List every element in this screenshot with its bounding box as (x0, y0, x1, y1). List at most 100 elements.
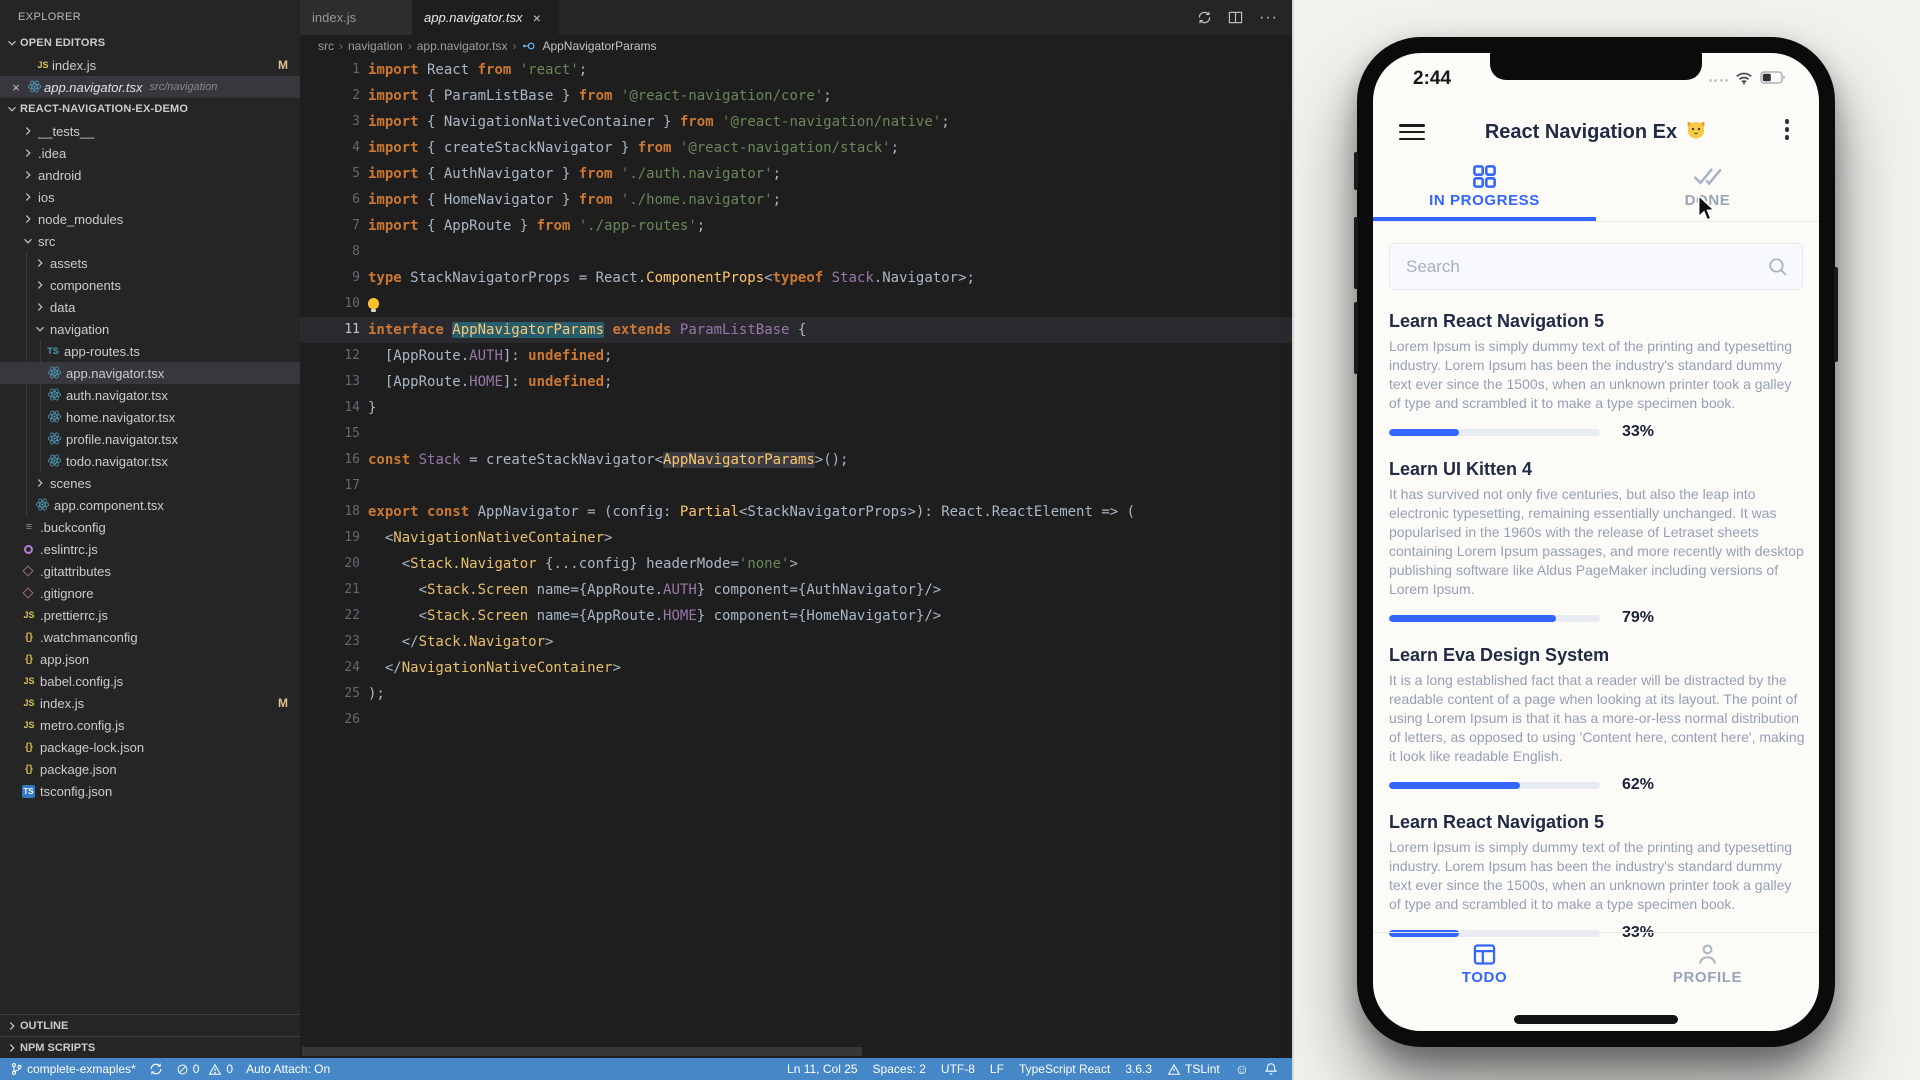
overflow-menu-icon[interactable] (1785, 119, 1790, 143)
tslint-indicator[interactable]: TSLint (1167, 1062, 1220, 1076)
horizontal-scrollbar[interactable] (302, 1047, 862, 1056)
code-line[interactable]: 13 [AppRoute.HOME]: undefined; (300, 369, 1292, 395)
tree-item-tsconfig-json[interactable]: TStsconfig.json (0, 780, 300, 802)
notifications-bell-icon[interactable] (1264, 1062, 1278, 1076)
npm-scripts-section[interactable]: NPM SCRIPTS (0, 1036, 300, 1058)
code-line[interactable]: 9type StackNavigatorProps = React.Compon… (300, 265, 1292, 291)
code-line[interactable]: 15 (300, 421, 1292, 447)
tree-item-todo-navigator-tsx[interactable]: todo.navigator.tsx (0, 450, 300, 472)
tree-item-components[interactable]: components (0, 274, 300, 296)
problems-indicator[interactable]: 0 0 (176, 1062, 233, 1076)
tree-item-navigation[interactable]: navigation (0, 318, 300, 340)
open-editor-app-navigator[interactable]: × app.navigator.tsx src/navigation (0, 76, 300, 98)
encoding-indicator[interactable]: UTF-8 (941, 1062, 975, 1076)
tree-item-data[interactable]: data (0, 296, 300, 318)
search-input[interactable] (1406, 244, 1746, 289)
todo-card[interactable]: Learn UI Kitten 4It has survived not onl… (1389, 459, 1805, 627)
language-mode[interactable]: TypeScript React (1019, 1062, 1110, 1076)
code-line[interactable]: 7import { AppRoute } from './app-routes'… (300, 213, 1292, 239)
code-line[interactable]: 17 (300, 473, 1292, 499)
code-line[interactable]: 23 </Stack.Navigator> (300, 629, 1292, 655)
tree-item--watchmanconfig[interactable]: {}.watchmanconfig (0, 626, 300, 648)
tree-item-scenes[interactable]: scenes (0, 472, 300, 494)
feedback-smiley-icon[interactable]: ☺ (1235, 1061, 1249, 1077)
tree-item--buckconfig[interactable]: ≡.buckconfig (0, 516, 300, 538)
code-line[interactable]: 19 <NavigationNativeContainer> (300, 525, 1292, 551)
tree-item-node-modules[interactable]: node_modules (0, 208, 300, 230)
code-line[interactable]: 26 (300, 707, 1292, 733)
indentation-indicator[interactable]: Spaces: 2 (873, 1062, 926, 1076)
code-line[interactable]: 10 (300, 291, 1292, 317)
tree-item-babel-config-js[interactable]: JSbabel.config.js (0, 670, 300, 692)
tree-item-profile-navigator-tsx[interactable]: profile.navigator.tsx (0, 428, 300, 450)
code-line[interactable]: 1import React from 'react'; (300, 57, 1292, 83)
code-area[interactable]: 1import React from 'react';2import { Par… (300, 57, 1292, 1058)
code-line[interactable]: 20 <Stack.Navigator {...config} headerMo… (300, 551, 1292, 577)
todo-card[interactable]: Learn Eva Design SystemIt is a long esta… (1389, 645, 1805, 794)
code-line[interactable]: 6import { HomeNavigator } from './home.n… (300, 187, 1292, 213)
code-line[interactable]: 16const Stack = createStackNavigator<App… (300, 447, 1292, 473)
tree-item-app-navigator-tsx[interactable]: app.navigator.tsx (0, 362, 300, 384)
close-icon[interactable]: × (8, 80, 24, 95)
code-line[interactable]: 14} (300, 395, 1292, 421)
workspace-header[interactable]: REACT-NAVIGATION-EX-DEMO (0, 98, 300, 120)
todo-card[interactable]: Learn React Navigation 5Lorem Ipsum is s… (1389, 311, 1805, 441)
tree-item--gitattributes[interactable]: .gitattributes (0, 560, 300, 582)
eol-indicator[interactable]: LF (990, 1062, 1004, 1076)
tree-item-app-routes-ts[interactable]: TSapp-routes.ts (0, 340, 300, 362)
code-line[interactable]: 12 [AppRoute.AUTH]: undefined; (300, 343, 1292, 369)
tree-item-src[interactable]: src (0, 230, 300, 252)
tsconfig-icon: TS (22, 785, 35, 798)
code-line[interactable]: 21 <Stack.Screen name={AppRoute.AUTH} co… (300, 577, 1292, 603)
outline-section[interactable]: OUTLINE (0, 1014, 300, 1036)
bottom-tab-todo[interactable]: TODO (1373, 933, 1596, 1002)
code-line[interactable]: 24 </NavigationNativeContainer> (300, 655, 1292, 681)
lightbulb-icon[interactable] (368, 298, 379, 309)
code-line[interactable]: 8 (300, 239, 1292, 265)
ts-version[interactable]: 3.6.3 (1125, 1062, 1152, 1076)
code-line[interactable]: 2import { ParamListBase } from '@react-n… (300, 83, 1292, 109)
search-field[interactable] (1389, 243, 1803, 290)
git-branch-indicator[interactable]: complete-exmaples* (10, 1062, 136, 1076)
ts-icon: TS (44, 346, 62, 356)
tree-item--eslintrc-js[interactable]: .eslintrc.js (0, 538, 300, 560)
tree-item-assets[interactable]: assets (0, 252, 300, 274)
home-indicator[interactable] (1514, 1015, 1678, 1024)
tree-item-app-component-tsx[interactable]: app.component.tsx (0, 494, 300, 516)
tree-item-metro-config-js[interactable]: JSmetro.config.js (0, 714, 300, 736)
code-line[interactable]: 22 <Stack.Screen name={AppRoute.HOME} co… (300, 603, 1292, 629)
tree-item-index-js[interactable]: JSindex.jsM (0, 692, 300, 714)
sync-icon[interactable] (149, 1062, 163, 1076)
sync-icon[interactable] (1197, 10, 1212, 25)
tree-item--prettierrc-js[interactable]: JS.prettierrc.js (0, 604, 300, 626)
open-editors-header[interactable]: OPEN EDITORS (0, 32, 300, 54)
tab-in-progress[interactable]: IN PROGRESS (1373, 153, 1596, 223)
more-actions-icon[interactable]: ··· (1259, 9, 1278, 27)
tab-index-js[interactable]: index.js (300, 0, 412, 35)
tree-item-app-json[interactable]: {}app.json (0, 648, 300, 670)
tree-item-home-navigator-tsx[interactable]: home.navigator.tsx (0, 406, 300, 428)
breadcrumb[interactable]: src› navigation› app.navigator.tsx› AppN… (300, 35, 1292, 57)
code-line[interactable]: 18export const AppNavigator = (config: P… (300, 499, 1292, 525)
tree-item-package-lock-json[interactable]: {}package-lock.json (0, 736, 300, 758)
code-line[interactable]: 5import { AuthNavigator } from './auth.n… (300, 161, 1292, 187)
close-icon[interactable]: × (533, 10, 541, 26)
tab-app-navigator[interactable]: app.navigator.tsx × (412, 0, 558, 35)
tree-item-ios[interactable]: ios (0, 186, 300, 208)
cursor-position[interactable]: Ln 11, Col 25 (787, 1062, 858, 1076)
tree-item--idea[interactable]: .idea (0, 142, 300, 164)
code-line[interactable]: 4import { createStackNavigator } from '@… (300, 135, 1292, 161)
code-line[interactable]: 25); (300, 681, 1292, 707)
tree-item-auth-navigator-tsx[interactable]: auth.navigator.tsx (0, 384, 300, 406)
code-line[interactable]: 11interface AppNavigatorParams extends P… (300, 317, 1292, 343)
todo-card[interactable]: Learn React Navigation 5Lorem Ipsum is s… (1389, 812, 1805, 942)
open-editor-index-js[interactable]: JS index.js M (0, 54, 300, 76)
bottom-tab-profile[interactable]: PROFILE (1596, 933, 1819, 1002)
tree-item--gitignore[interactable]: .gitignore (0, 582, 300, 604)
tree-item--tests-[interactable]: __tests__ (0, 120, 300, 142)
split-editor-icon[interactable] (1228, 10, 1243, 25)
auto-attach-indicator[interactable]: Auto Attach: On (246, 1062, 330, 1076)
tree-item-package-json[interactable]: {}package.json (0, 758, 300, 780)
tree-item-android[interactable]: android (0, 164, 300, 186)
code-line[interactable]: 3import { NavigationNativeContainer } fr… (300, 109, 1292, 135)
